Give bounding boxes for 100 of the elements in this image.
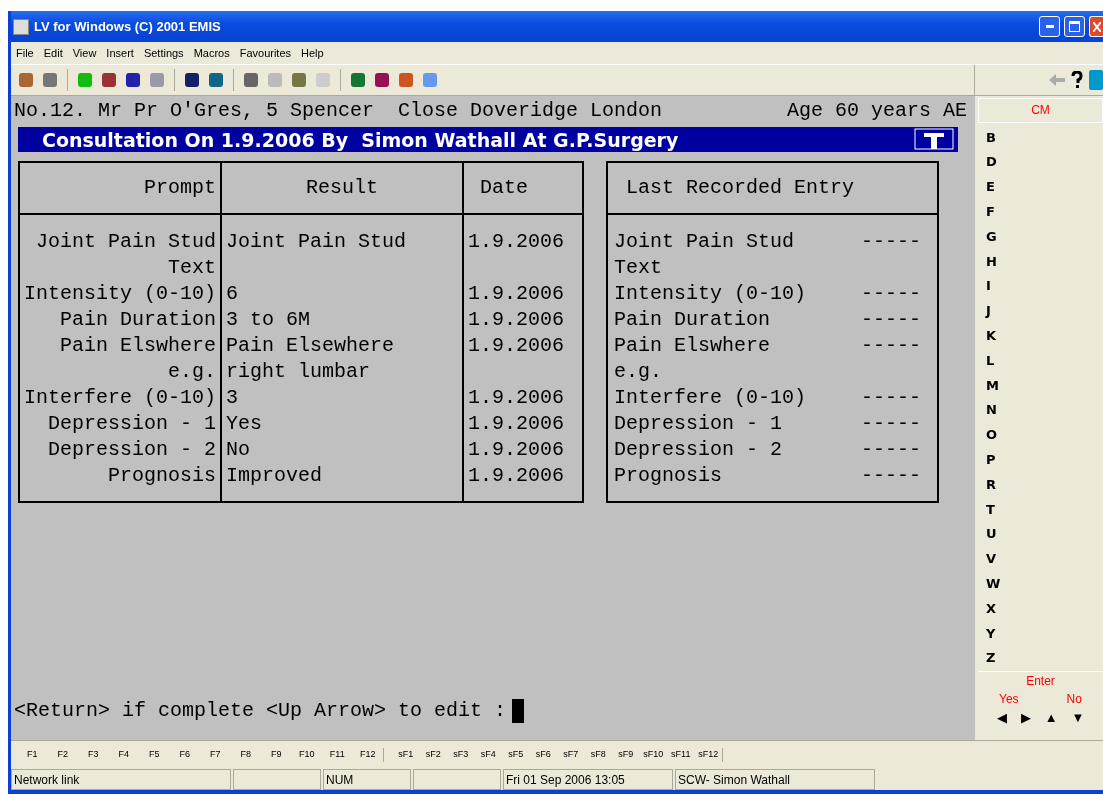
function-key[interactable]: F9 — [261, 748, 292, 762]
function-key[interactable]: sF11 — [667, 748, 695, 762]
index-letter[interactable]: W — [986, 571, 1103, 597]
function-key[interactable]: sF1 — [392, 748, 420, 762]
menu-item[interactable]: File — [11, 44, 39, 62]
table-cell: 3 to 6M — [221, 307, 464, 333]
arrow-button[interactable]: ▶ — [1020, 708, 1031, 728]
table-cell: Pain Elswhere — [607, 333, 858, 359]
close-icon — [1092, 21, 1101, 32]
column-header: Last Recorded Entry — [607, 162, 939, 214]
table-cell: ----- — [857, 437, 939, 463]
index-letter[interactable]: G — [986, 224, 1103, 250]
table-cell: Pain Elswhere — [19, 333, 222, 359]
function-key[interactable]: F6 — [169, 748, 200, 762]
table-cell: ----- — [857, 307, 939, 333]
index-letter[interactable]: D — [986, 150, 1103, 176]
table-cell: 1.9.2006 — [463, 333, 584, 359]
index-letter[interactable]: L — [986, 348, 1103, 374]
table-cell: ----- — [857, 214, 939, 255]
consultation-title: Consultation On 1.9.2006 By Simon Wathall At G.P.Surgery — [42, 128, 679, 152]
index-letter[interactable]: N — [986, 398, 1103, 424]
menu-item[interactable]: Macros — [188, 44, 235, 62]
table-cell: Pain Duration — [607, 307, 858, 333]
table-cell: e.g. — [19, 359, 222, 385]
function-key[interactable]: sF10 — [639, 748, 667, 762]
index-letter[interactable]: T — [986, 497, 1103, 523]
arrow-button[interactable]: ▼ — [1071, 708, 1085, 728]
index-letter[interactable]: V — [986, 547, 1103, 572]
menu-item[interactable]: Edit — [38, 44, 68, 62]
app-icon — [13, 18, 29, 35]
table-cell: ----- — [857, 385, 939, 411]
table-cell: Depression - 1 — [19, 411, 222, 437]
index-letter[interactable]: I — [986, 274, 1103, 300]
index-letter[interactable]: Z — [986, 646, 1103, 672]
consultation-icon[interactable] — [914, 128, 954, 150]
function-key[interactable]: sF8 — [584, 748, 612, 762]
table-cell: Joint Pain Stud — [19, 214, 222, 255]
function-key[interactable]: F8 — [230, 748, 261, 762]
function-key[interactable]: F2 — [47, 748, 78, 762]
index-letter[interactable]: J — [986, 299, 1103, 324]
table-cell: e.g. — [607, 359, 858, 385]
function-key[interactable]: F12 — [352, 748, 383, 762]
help-icon[interactable] — [1071, 71, 1083, 89]
table-cell: Improved — [221, 463, 464, 502]
table-cell: Intensity (0-10) — [19, 281, 222, 307]
maximize-button[interactable] — [1064, 16, 1085, 37]
function-key[interactable]: sF3 — [447, 748, 475, 762]
table-cell: Depression - 2 — [19, 437, 222, 463]
table-cell: 1.9.2006 — [463, 385, 584, 411]
table-cell: 6 — [221, 281, 464, 307]
index-letter[interactable]: X — [986, 596, 1103, 622]
function-key[interactable]: F7 — [200, 748, 231, 762]
function-key[interactable]: sF2 — [419, 748, 447, 762]
minimize-icon — [1045, 25, 1054, 28]
menu-item[interactable]: Help — [296, 44, 329, 62]
index-letter[interactable]: H — [986, 249, 1103, 275]
index-letter[interactable]: R — [986, 472, 1103, 498]
index-letter[interactable]: E — [986, 175, 1103, 200]
index-letter[interactable]: K — [986, 324, 1103, 349]
arrow-button[interactable]: ◀ — [996, 708, 1007, 728]
table-cell: Joint Pain Stud — [607, 214, 858, 255]
menu-item[interactable]: View — [67, 44, 102, 62]
minimize-button[interactable] — [1039, 16, 1060, 37]
function-key[interactable]: F3 — [78, 748, 109, 762]
function-key[interactable]: F10 — [291, 748, 322, 762]
close-button[interactable] — [1089, 16, 1103, 37]
patient-details: No.12. Mr Pr O'Gres, 5 Spencer Close Doveridge London — [14, 98, 663, 124]
function-key[interactable]: F5 — [139, 748, 170, 762]
function-key[interactable]: F11 — [322, 748, 353, 762]
function-key[interactable]: F1 — [17, 748, 48, 762]
table-cell: 1.9.2006 — [463, 411, 584, 437]
status-pane: Fri 01 Sep 2006 13:05 — [503, 769, 673, 790]
table-cell: Pain Duration — [19, 307, 222, 333]
function-key[interactable]: sF4 — [474, 748, 502, 762]
index-letter[interactable]: M — [986, 373, 1103, 399]
index-letter[interactable]: U — [986, 522, 1103, 548]
arrow-button[interactable]: ▲ — [1044, 708, 1058, 728]
index-letter[interactable]: O — [986, 423, 1103, 448]
function-key[interactable]: sF5 — [502, 748, 530, 762]
index-letter[interactable]: P — [986, 447, 1103, 473]
menu-item[interactable]: Insert — [101, 44, 139, 62]
function-key[interactable]: sF6 — [529, 748, 557, 762]
table-cell: Depression - 2 — [607, 437, 858, 463]
function-key[interactable]: sF7 — [557, 748, 585, 762]
maximize-icon — [1069, 21, 1080, 32]
function-key[interactable]: F4 — [108, 748, 139, 762]
table-cell: ----- — [857, 281, 939, 307]
index-letter[interactable]: B — [986, 125, 1103, 151]
menu-item[interactable]: Favourites — [234, 44, 297, 62]
table-cell: 1.9.2006 — [463, 214, 584, 255]
index-letter[interactable]: Y — [986, 621, 1103, 647]
column-header: Result — [221, 162, 464, 214]
function-key[interactable]: sF12 — [694, 748, 722, 762]
table-cell: ----- — [857, 463, 939, 502]
index-letter[interactable]: F — [986, 200, 1103, 225]
function-key[interactable]: sF9 — [612, 748, 640, 762]
table-cell: Text — [19, 255, 222, 281]
table-cell: Intensity (0-10) — [607, 281, 858, 307]
table-cell: Text — [607, 255, 858, 281]
menu-item[interactable]: Settings — [138, 44, 189, 62]
